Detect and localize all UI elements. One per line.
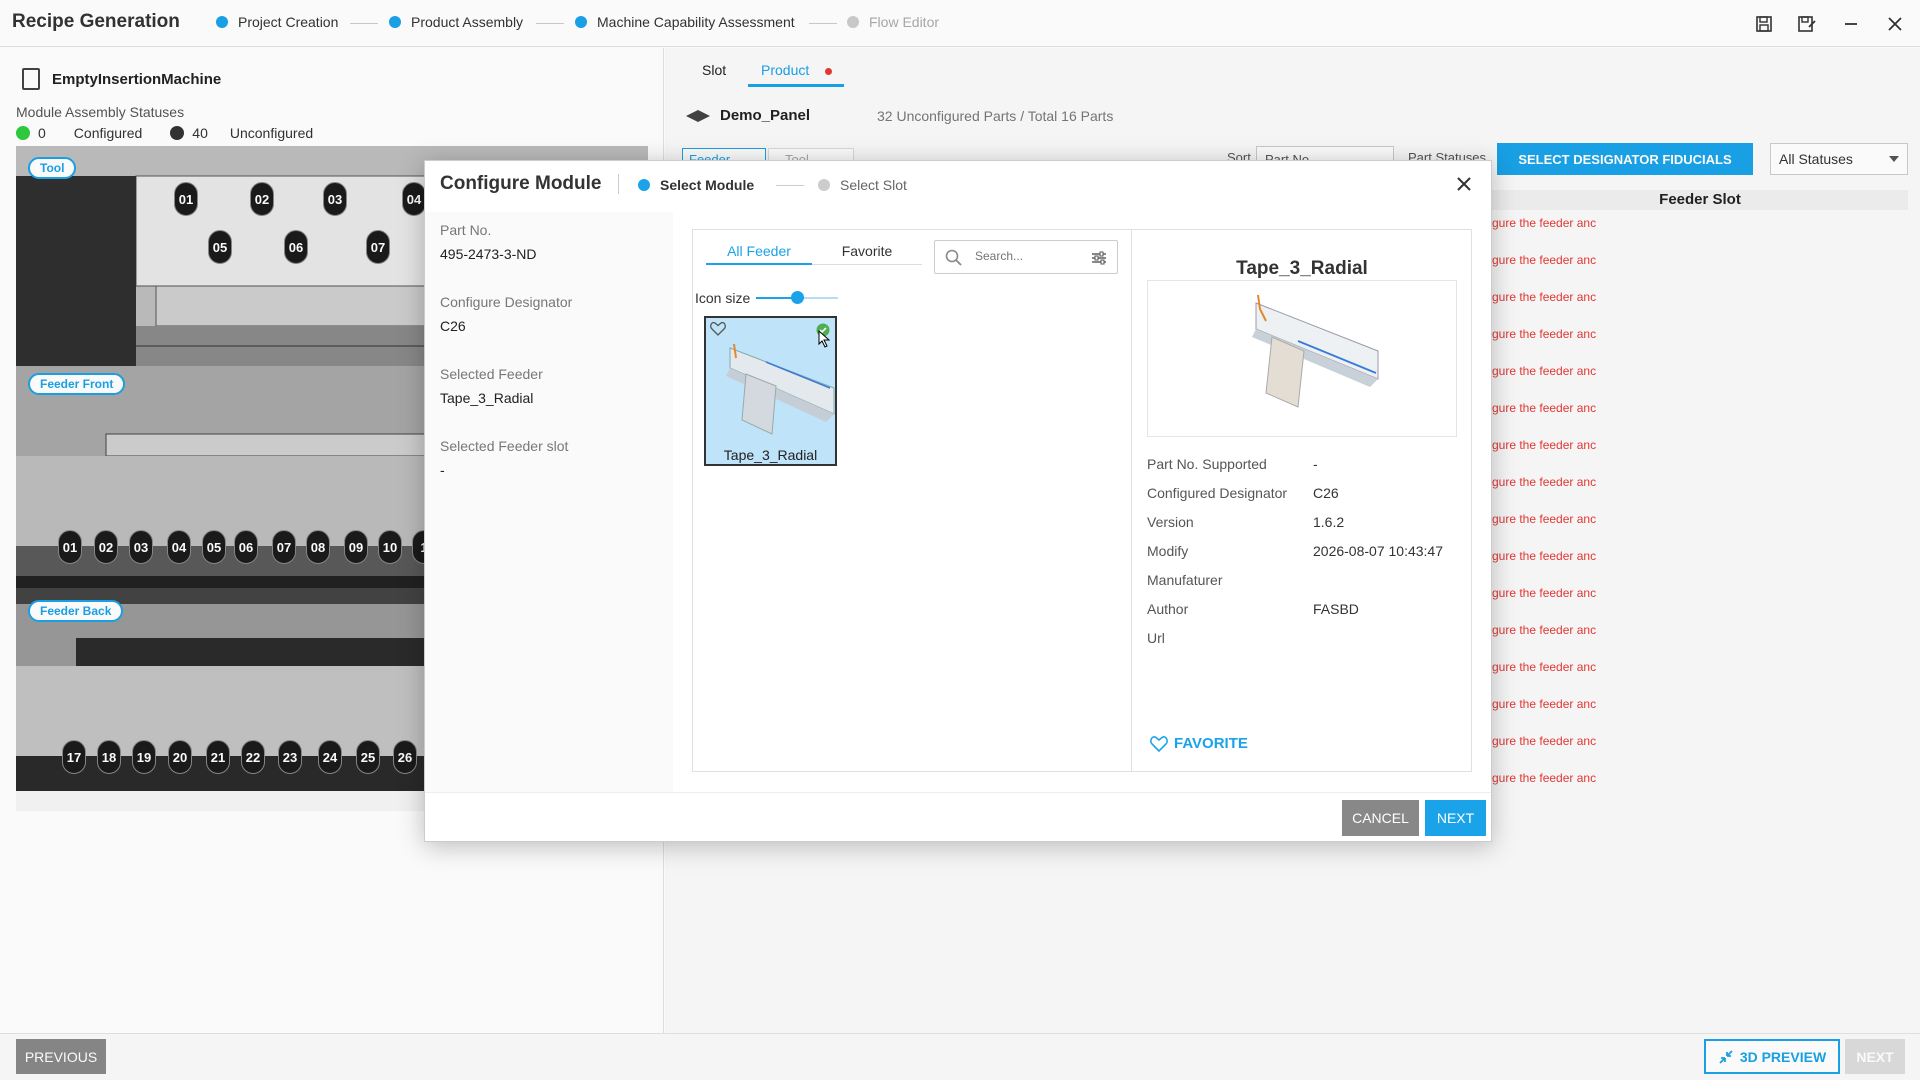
detail-key: Manufaturer [1147,572,1223,588]
detail-key: Url [1147,630,1165,646]
detail-key: Configured Designator [1147,485,1288,501]
title-divider [618,174,619,194]
step-dot [638,179,650,191]
favorite-heart-icon[interactable] [710,321,726,339]
detail-key: Author [1147,601,1189,617]
selected-feeder-label: Selected Feeder [440,366,543,382]
step-label: Select Slot [840,177,907,193]
detail-key: Modify [1147,543,1189,559]
search-icon [945,249,963,270]
mouse-cursor-icon [818,329,831,351]
dialog-footer-divider [425,792,1491,793]
step-dot [818,179,830,191]
dialog-step-select-module: Select Module [638,177,754,193]
close-icon[interactable] [1452,172,1476,196]
detail-value: FASBD [1313,601,1359,617]
part-no-value: 495-2473-3-ND [440,246,537,262]
feeder-tile-label: Tape_3_Radial [723,447,818,463]
detail-value: 2026-08-07 10:43:47 [1313,543,1443,559]
feeder-search[interactable] [934,240,1118,274]
feeder-detail-title: Tape_3_Radial [1236,258,1368,279]
detail-value: - [1313,456,1318,472]
feeder-browser [692,229,1132,772]
detail-value: C26 [1313,485,1339,501]
dialog-title: Configure Module [440,173,602,194]
icon-size-slider-thumb[interactable] [791,291,804,304]
feeder-tile-tape-3-radial[interactable] [704,316,837,466]
tab-favorite[interactable]: Favorite [812,243,922,259]
designator-value: C26 [440,318,466,334]
detail-key: Version [1147,514,1194,530]
detail-value: 1.6.2 [1313,514,1345,530]
detail-key: Part No. Supported [1147,456,1267,472]
icon-size-label: Icon size [695,290,751,306]
active-feeder-tab-underline [706,263,812,265]
tab-all-feeder[interactable]: All Feeder [706,243,812,259]
favorite-button[interactable]: FAVORITE [1150,735,1248,752]
selected-feeder-value: Tape_3_Radial [440,390,534,406]
selected-slot-label: Selected Feeder slot [440,438,569,454]
cancel-button[interactable]: CANCEL [1342,800,1419,836]
feeder-3d-render [1252,294,1379,408]
search-input[interactable] [975,249,1075,263]
feeder-detail-image [1147,280,1457,437]
favorite-label: FAVORITE [1174,735,1248,752]
selected-slot-value: - [440,462,445,478]
dialog-next-button[interactable]: NEXT [1425,800,1486,836]
part-no-label: Part No. [440,222,492,238]
designator-label: Configure Designator [440,294,573,310]
step-label: Select Module [660,177,755,193]
filter-settings-icon[interactable] [1091,250,1107,269]
step-connector [776,185,804,186]
dialog-step-select-slot: Select Slot [818,177,907,193]
heart-icon [1150,735,1168,752]
